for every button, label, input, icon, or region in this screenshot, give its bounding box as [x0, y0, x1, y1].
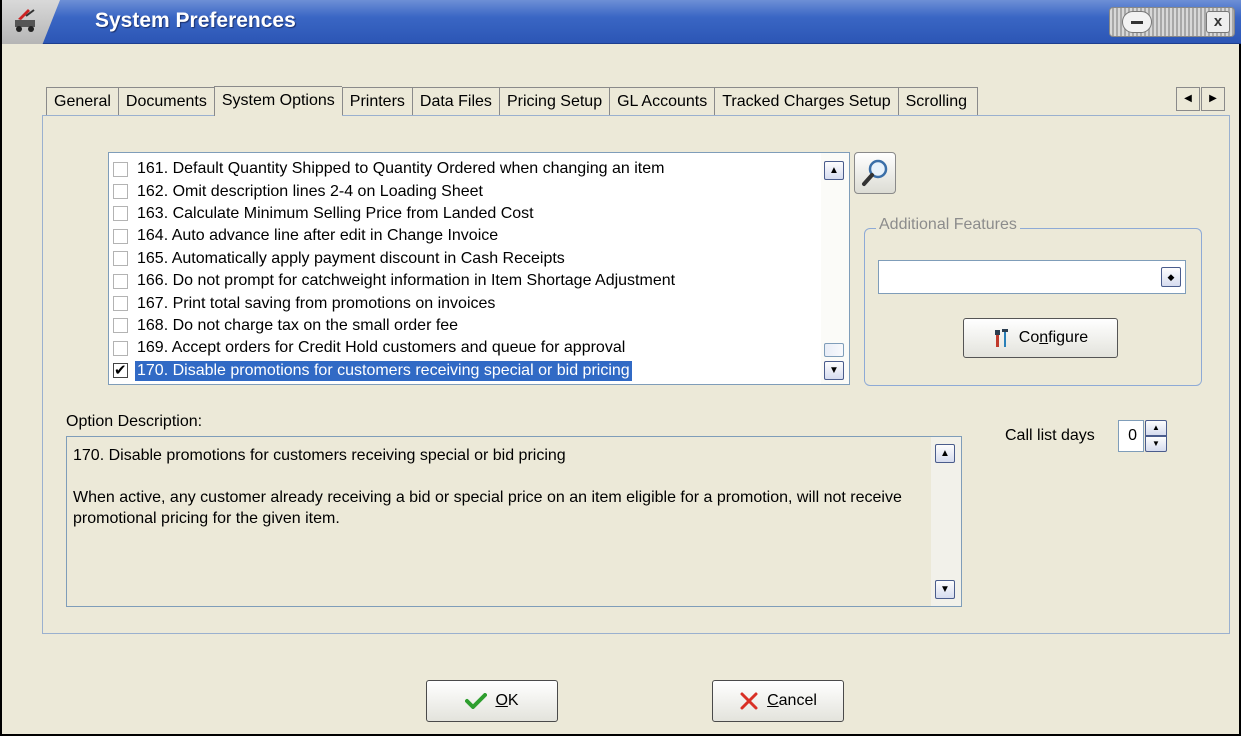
- option-167-checkbox[interactable]: [113, 296, 128, 312]
- tab-data-files[interactable]: Data Files: [411, 87, 499, 115]
- tab-documents[interactable]: Documents: [117, 87, 214, 115]
- additional-features-dropdown[interactable]: ◆: [878, 260, 1186, 294]
- option-description-label: Option Description:: [66, 413, 203, 430]
- chevron-up-icon: ▲: [940, 448, 950, 459]
- option-163[interactable]: 163. Calculate Minimum Selling Price fro…: [113, 203, 821, 225]
- tab-scroll-left-button[interactable]: ◀: [1176, 87, 1200, 111]
- dropdown-button[interactable]: ◆: [1161, 267, 1181, 287]
- tab-tracked-charges-setup[interactable]: Tracked Charges Setup: [714, 87, 898, 115]
- option-169[interactable]: 169. Accept orders for Credit Hold custo…: [113, 337, 821, 359]
- cancel-button[interactable]: Cancel: [712, 680, 844, 722]
- magnifier-icon: [862, 159, 888, 186]
- option-162[interactable]: 162. Omit description lines 2-4 on Loadi…: [113, 180, 821, 202]
- option-164-label: 164. Auto advance line after edit in Cha…: [137, 227, 499, 245]
- option-164[interactable]: 164. Auto advance line after edit in Cha…: [113, 225, 821, 247]
- x-cancel-icon: [740, 692, 758, 710]
- minimize-button[interactable]: [1122, 11, 1152, 33]
- description-title: 170. Disable promotions for customers re…: [73, 447, 566, 464]
- tab-gl-accounts[interactable]: GL Accounts: [609, 87, 715, 115]
- triangle-down-icon: ▼: [1152, 439, 1160, 448]
- app-icon-area: [2, 0, 60, 44]
- option-162-label: 162. Omit description lines 2-4 on Loadi…: [137, 182, 483, 200]
- options-scrollbar[interactable]: ▲ ▼: [821, 153, 849, 384]
- close-icon: x: [1213, 13, 1223, 30]
- option-description-text: 170. Disable promotions for customers re…: [73, 445, 929, 550]
- option-166-checkbox[interactable]: [113, 273, 128, 289]
- tab-printers[interactable]: Printers: [341, 87, 412, 115]
- close-button[interactable]: x: [1206, 11, 1230, 33]
- system-preferences-window: System Preferences x General Documents S…: [0, 0, 1241, 736]
- option-161-checkbox[interactable]: [113, 161, 128, 177]
- cancel-label: Cancel: [767, 692, 817, 709]
- chevron-right-icon: ▶: [1209, 93, 1217, 104]
- chevron-down-icon: ▼: [829, 365, 839, 376]
- additional-features-label: Additional Features: [876, 216, 1020, 234]
- chevron-down-icon: ▼: [940, 584, 950, 595]
- call-list-days-label: Call list days: [1005, 427, 1095, 444]
- tab-system-options[interactable]: System Options: [213, 86, 342, 116]
- triangle-up-icon: ▲: [1152, 423, 1160, 432]
- ok-label: OK: [495, 692, 519, 709]
- option-161-label: 161. Default Quantity Shipped to Quantit…: [137, 160, 665, 178]
- option-165-label: 165. Automatically apply payment discoun…: [137, 249, 565, 267]
- additional-features-group: [864, 228, 1202, 386]
- spin-up-button[interactable]: ▲: [1145, 420, 1167, 436]
- description-scrollbar[interactable]: ▲ ▼: [931, 437, 961, 606]
- option-167-label: 167. Print total saving from promotions …: [137, 294, 496, 312]
- description-body: When active, any customer already receiv…: [73, 489, 902, 527]
- window-title: System Preferences: [95, 9, 296, 32]
- option-170[interactable]: 170. Disable promotions for customers re…: [113, 360, 821, 382]
- option-164-checkbox[interactable]: [113, 228, 128, 244]
- search-button[interactable]: [854, 152, 896, 194]
- tab-pricing-setup[interactable]: Pricing Setup: [498, 87, 610, 115]
- spin-down-button[interactable]: ▼: [1145, 436, 1167, 452]
- checkmark-icon: [465, 693, 488, 709]
- option-166[interactable]: 166. Do not prompt for catchweight infor…: [113, 270, 821, 292]
- configure-button[interactable]: Configure: [963, 318, 1118, 358]
- call-list-days-spinner[interactable]: ▲ ▼: [1145, 420, 1183, 452]
- updown-arrows-icon: ◆: [1167, 272, 1175, 282]
- option-167[interactable]: 167. Print total saving from promotions …: [113, 292, 821, 314]
- option-165[interactable]: 165. Automatically apply payment discoun…: [113, 248, 821, 270]
- option-168-label: 168. Do not charge tax on the small orde…: [137, 316, 459, 334]
- option-description-box[interactable]: 170. Disable promotions for customers re…: [66, 436, 962, 607]
- option-170-label: 170. Disable promotions for customers re…: [135, 360, 632, 381]
- option-169-label: 169. Accept orders for Credit Hold custo…: [137, 339, 626, 357]
- scroll-thumb[interactable]: [824, 343, 844, 357]
- tab-strip: General Documents System Options Printer…: [46, 86, 978, 116]
- app-icon: [15, 9, 35, 32]
- option-168-checkbox[interactable]: [113, 318, 128, 334]
- configure-label: Configure: [1018, 329, 1089, 346]
- tab-general[interactable]: General: [46, 87, 118, 115]
- title-controls: x: [1109, 7, 1235, 37]
- tab-scroll-right-button[interactable]: ▶: [1201, 87, 1225, 111]
- option-163-label: 163. Calculate Minimum Selling Price fro…: [137, 204, 534, 222]
- description-scroll-down-button[interactable]: ▼: [935, 580, 955, 599]
- call-list-days-input[interactable]: 0: [1118, 420, 1144, 452]
- option-162-checkbox[interactable]: [113, 184, 128, 200]
- title-bar[interactable]: System Preferences x: [2, 0, 1241, 44]
- tab-scrolling[interactable]: Scrolling: [897, 87, 978, 115]
- description-scroll-up-button[interactable]: ▲: [935, 444, 955, 463]
- tools-icon: [994, 329, 1008, 347]
- option-163-checkbox[interactable]: [113, 206, 128, 222]
- option-170-checkbox[interactable]: [113, 361, 128, 379]
- option-161[interactable]: 161. Default Quantity Shipped to Quantit…: [113, 158, 821, 180]
- option-165-checkbox[interactable]: [113, 251, 128, 267]
- chevron-left-icon: ◀: [1184, 93, 1192, 104]
- option-168[interactable]: 168. Do not charge tax on the small orde…: [113, 315, 821, 337]
- chevron-up-icon: ▲: [829, 165, 839, 176]
- option-166-label: 166. Do not prompt for catchweight infor…: [137, 272, 676, 290]
- system-options-list[interactable]: 161. Default Quantity Shipped to Quantit…: [108, 152, 850, 385]
- option-169-checkbox[interactable]: [113, 340, 128, 356]
- scroll-up-button[interactable]: ▲: [824, 161, 844, 180]
- scroll-down-button[interactable]: ▼: [824, 361, 844, 380]
- ok-button[interactable]: OK: [426, 680, 558, 722]
